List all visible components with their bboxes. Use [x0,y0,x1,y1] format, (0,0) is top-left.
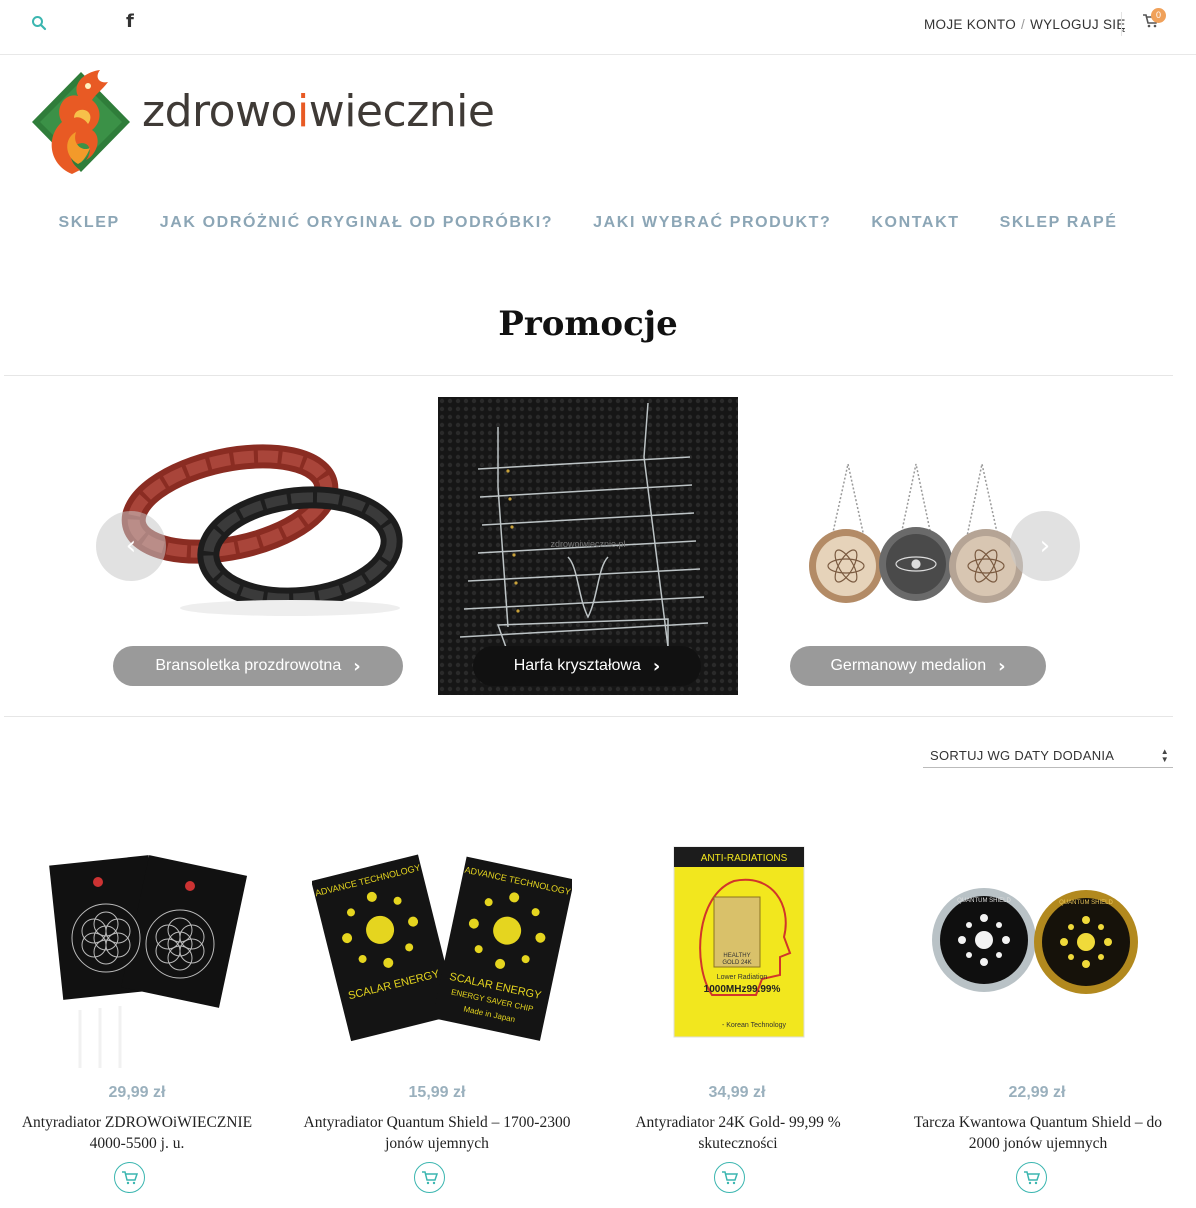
logo-wordmark[interactable]: zdrowoiwiecznie [142,86,495,137]
main-nav: SKLEP JAK ODRÓŻNIĆ ORYGINAŁ OD PODRÓBKI?… [0,214,1176,232]
add-to-cart-button[interactable] [114,1162,145,1193]
card-text: HEALTHY [723,953,750,959]
slide-link-harfa[interactable]: Harfa kryształowa › [473,646,701,686]
top-bar: f MOJE KONTO / WYLOGUJ SIĘ 0 [0,0,1196,55]
logo-text-end: wiecznie [308,86,495,137]
search-icon[interactable] [31,15,47,31]
topbar-divider [1121,12,1122,36]
product-price: 22,99 zł [1008,1084,1066,1101]
slide-harp[interactable]: zdrowoiwiecznie.pl Harfa kryształowa › [438,397,738,695]
nav-item-kontakt[interactable]: KONTAKT [871,214,959,232]
product-image-2[interactable]: ADVANCE TECHNOLOGY SCALAR ENERGY ADVANCE… [312,840,572,1060]
account-links: MOJE KONTO / WYLOGUJ SIĘ [924,17,1126,32]
account-separator: / [1021,17,1026,32]
cart-icon [421,1170,438,1184]
product-price: 15,99 zł [408,1084,466,1101]
chevron-right-icon: › [652,655,661,677]
logo-text-accent: i [296,86,309,137]
logout-link[interactable]: WYLOGUJ SIĘ [1030,17,1126,32]
chevron-right-icon: › [353,655,361,677]
product-name[interactable]: Antyradiator Quantum Shield – 1700-2300 … [302,1112,572,1154]
chevron-right-icon: › [1039,531,1051,561]
harp-watermark: zdrowoiwiecznie.pl [550,539,625,549]
nav-item-sklep-rape[interactable]: SKLEP RAPÉ [1000,214,1118,232]
my-account-link[interactable]: MOJE KONTO [924,17,1016,32]
product-image-3[interactable]: ANTI-RADIATIONS HEALTHY GOLD 24K Lower R… [672,845,807,1040]
cart-icon [121,1170,138,1184]
sort-select[interactable]: SORTUJ WG DATY DODANIA ▲ ▼ [923,745,1173,768]
coin-text: QUANTUM SHIELD [1059,900,1113,906]
cart-count-badge: 0 [1151,8,1166,23]
card-text: Lower Radiation [717,974,768,981]
product-price: 29,99 zł [108,1084,166,1101]
select-arrows-icon: ▲ ▼ [1160,747,1169,764]
nav-item-which-product[interactable]: JAKI WYBRAĆ PRODUKT? [593,214,831,232]
product-name[interactable]: Antyradiator 24K Gold- 99,99 % skuteczno… [618,1112,858,1154]
nav-item-sklep[interactable]: SKLEP [58,214,119,232]
divider [4,375,1173,376]
product-image-1[interactable] [20,840,270,1070]
card-text: GOLD 24K [722,960,751,966]
product-image-4[interactable]: QUANTUM SHIELD QUANTUM SHIELD [930,880,1140,1000]
nav-item-original-vs-fake[interactable]: JAK ODRÓŻNIĆ ORYGINAŁ OD PODRÓBKI? [160,214,553,232]
slide-label: Bransoletka prozdrowotna [155,657,342,674]
divider [4,716,1173,717]
slide-link-germanowy[interactable]: Germanowy medalion › [790,646,1046,686]
sort-selected-value: SORTUJ WG DATY DODANIA [930,748,1115,763]
logo-phoenix-icon[interactable] [28,64,134,178]
product-price: 34,99 zł [708,1084,766,1101]
slide-label: Harfa kryształowa [513,657,641,674]
facebook-icon[interactable]: f [126,11,134,32]
slide-medallion-image[interactable] [800,460,1040,610]
card-text: 1000MHz99.99% [704,984,781,995]
add-to-cart-button[interactable] [1016,1162,1047,1193]
cart-icon [1023,1170,1040,1184]
slider-prev-button[interactable]: ‹ [96,511,166,581]
page-title: Promocje [498,304,678,344]
chevron-right-icon: › [998,655,1006,677]
coin-text: QUANTUM SHIELD [957,898,1011,904]
slide-link-bransoletka[interactable]: Bransoletka prozdrowotna › [113,646,403,686]
chevron-left-icon: ‹ [125,531,137,561]
slider-next-button[interactable]: › [1010,511,1080,581]
slide-label: Germanowy medalion [830,657,987,674]
product-name[interactable]: Antyradiator ZDROWOiWIECZNIE 4000-5500 j… [2,1112,272,1154]
logo-text-start: zdrowo [142,86,297,137]
product-name[interactable]: Tarcza Kwantowa Quantum Shield – do 2000… [902,1112,1174,1154]
card-text: - Korean Technology [722,1022,787,1029]
add-to-cart-button[interactable] [714,1162,745,1193]
card-title: ANTI-RADIATIONS [701,853,788,864]
cart-icon [721,1170,738,1184]
add-to-cart-button[interactable] [414,1162,445,1193]
